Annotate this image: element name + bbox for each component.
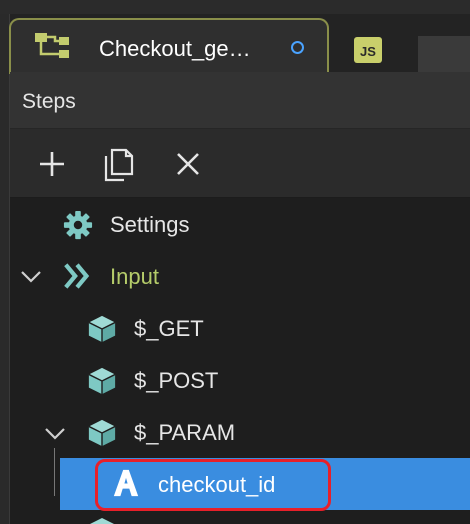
tab-overflow (418, 36, 470, 72)
delete-step-button[interactable] (171, 147, 205, 181)
tree-item-label: Input (110, 264, 159, 289)
tree-item-settings[interactable]: Settings (10, 198, 470, 250)
cube-icon (88, 419, 116, 447)
add-step-button[interactable] (35, 147, 69, 181)
tree-item-label: $_POST (134, 368, 219, 393)
close-icon (177, 153, 199, 175)
tree-item-label: Settings (110, 212, 190, 237)
panel-title: Steps (22, 90, 76, 113)
tree-item-label: $_PARAM (134, 420, 236, 445)
duplicate-step-button[interactable] (102, 147, 136, 182)
panel-header: Steps (10, 72, 470, 129)
tab-checkout[interactable]: Checkout_ge… (9, 18, 329, 74)
annotation-highlight (95, 459, 331, 511)
modified-dot-icon (291, 41, 304, 54)
gear-icon (63, 210, 93, 240)
cube-icon (90, 518, 114, 524)
flow-icon (35, 33, 69, 58)
tab-title: Checkout_ge… (99, 36, 251, 61)
left-edge (0, 14, 10, 524)
double-chevron-icon (64, 263, 90, 289)
copy-icon (104, 148, 134, 182)
tree-item-input[interactable]: Input (10, 250, 470, 302)
title-bar (0, 0, 470, 14)
js-file-icon[interactable]: JS (354, 37, 382, 63)
tree-item-post[interactable]: $_POST (10, 354, 470, 406)
steps-tree: Settings Input $_GET $_POST $_PARAM chec… (10, 198, 470, 524)
tree-indent-guide (54, 448, 55, 496)
chevron-down-icon[interactable] (20, 266, 42, 288)
tree-item-label: $_GET (134, 316, 204, 341)
cube-icon (88, 315, 116, 343)
cube-icon (88, 367, 116, 395)
chevron-down-icon[interactable] (44, 423, 66, 445)
tree-item-get[interactable]: $_GET (10, 302, 470, 354)
tree-item-param[interactable]: $_PARAM (10, 406, 470, 458)
steps-toolbar (10, 129, 470, 198)
plus-icon (40, 152, 64, 176)
